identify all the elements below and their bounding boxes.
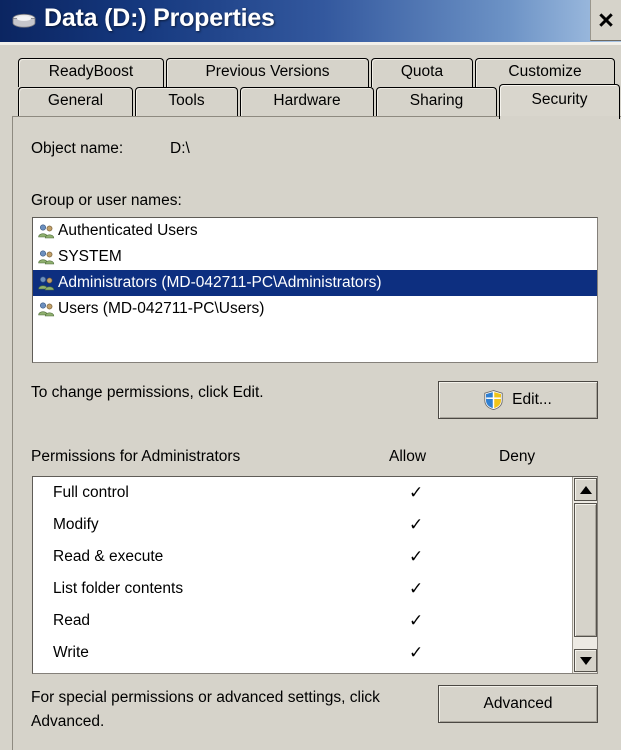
users-group-icon: [38, 250, 55, 265]
allow-checkmark[interactable]: ✓: [409, 509, 423, 541]
close-icon: ×: [598, 4, 614, 35]
tab-general[interactable]: General: [18, 87, 133, 117]
group-or-user-names-list[interactable]: Authenticated Users SYSTEM Administrator…: [32, 217, 598, 363]
users-group-icon: [38, 224, 55, 239]
tab-quota[interactable]: Quota: [371, 58, 473, 87]
advanced-hint-text: For special permissions or advanced sett…: [31, 689, 380, 730]
tab-security[interactable]: Security: [499, 84, 620, 119]
properties-dialog: Data (D:) Properties × ReadyBoost Previo…: [0, 0, 621, 750]
allow-checkmark[interactable]: ✓: [409, 541, 423, 573]
allow-checkmark[interactable]: ✓: [409, 637, 423, 669]
list-item-label: SYSTEM: [58, 248, 122, 265]
permission-name: Full control: [53, 484, 129, 501]
edit-button-label: Edit...: [512, 391, 552, 408]
tab-customize[interactable]: Customize: [475, 58, 615, 87]
object-name-value: D:\: [170, 140, 190, 157]
edit-button[interactable]: Edit...: [438, 381, 598, 419]
table-row[interactable]: Write ✓: [33, 637, 597, 669]
list-item-selected[interactable]: Administrators (MD-042711-PC\Administrat…: [33, 270, 597, 296]
advanced-button-label: Advanced: [483, 695, 553, 712]
list-item-label: Authenticated Users: [58, 222, 198, 239]
object-name-label: Object name:: [31, 140, 124, 157]
hard-drive-icon: [12, 13, 36, 28]
tab-hardware[interactable]: Hardware: [240, 87, 374, 117]
users-group-icon: [38, 276, 55, 291]
permission-name: Read & execute: [53, 548, 164, 565]
permission-name: Write: [53, 644, 89, 661]
tab-readyboost[interactable]: ReadyBoost: [18, 58, 164, 87]
uac-shield-icon: [484, 390, 503, 410]
list-item[interactable]: Users (MD-042711-PC\Users): [33, 296, 597, 322]
permission-name: Modify: [53, 516, 99, 533]
permissions-list[interactable]: Full control ✓ Modify ✓ Read & execute ✓…: [32, 476, 598, 674]
allow-checkmark[interactable]: ✓: [409, 477, 423, 509]
table-row[interactable]: Read & execute ✓: [33, 541, 597, 573]
permissions-label: Permissions for Administrators: [31, 448, 241, 465]
allow-column-header: Allow: [389, 448, 427, 465]
chevron-down-icon: [579, 656, 592, 665]
allow-checkmark[interactable]: ✓: [409, 605, 423, 637]
table-row[interactable]: Read ✓: [33, 605, 597, 637]
advanced-button[interactable]: Advanced: [438, 685, 598, 723]
permission-name: Read: [53, 612, 91, 629]
tab-tools[interactable]: Tools: [135, 87, 238, 117]
permission-name: List folder contents: [53, 580, 184, 597]
table-row[interactable]: Modify ✓: [33, 509, 597, 541]
list-item[interactable]: Authenticated Users: [33, 218, 597, 244]
edit-hint-text: To change permissions, click Edit.: [31, 384, 264, 401]
list-item-label: Administrators (MD-042711-PC\Administrat…: [58, 274, 382, 291]
title-bar: Data (D:) Properties: [0, 0, 621, 42]
tab-previous-versions[interactable]: Previous Versions: [166, 58, 369, 87]
list-item-label: Users (MD-042711-PC\Users): [58, 300, 265, 317]
group-list-label: Group or user names:: [31, 192, 182, 209]
tab-strip: ReadyBoost Previous Versions Quota Custo…: [0, 45, 621, 119]
scroll-down-button[interactable]: [574, 649, 597, 672]
tab-sharing[interactable]: Sharing: [376, 87, 497, 117]
close-button[interactable]: ×: [590, 0, 621, 41]
users-group-icon: [38, 302, 55, 317]
table-row[interactable]: Full control ✓: [33, 477, 597, 509]
scrollbar-thumb[interactable]: [574, 503, 597, 637]
table-row[interactable]: List folder contents ✓: [33, 573, 597, 605]
selected-tab-joint: [500, 116, 619, 119]
scroll-up-button[interactable]: [574, 478, 597, 501]
allow-checkmark[interactable]: ✓: [409, 573, 423, 605]
permissions-scrollbar[interactable]: [572, 477, 597, 673]
chevron-up-icon: [579, 485, 592, 494]
list-item[interactable]: SYSTEM: [33, 244, 597, 270]
deny-column-header: Deny: [499, 448, 536, 465]
window-title: Data (D:) Properties: [44, 4, 275, 32]
